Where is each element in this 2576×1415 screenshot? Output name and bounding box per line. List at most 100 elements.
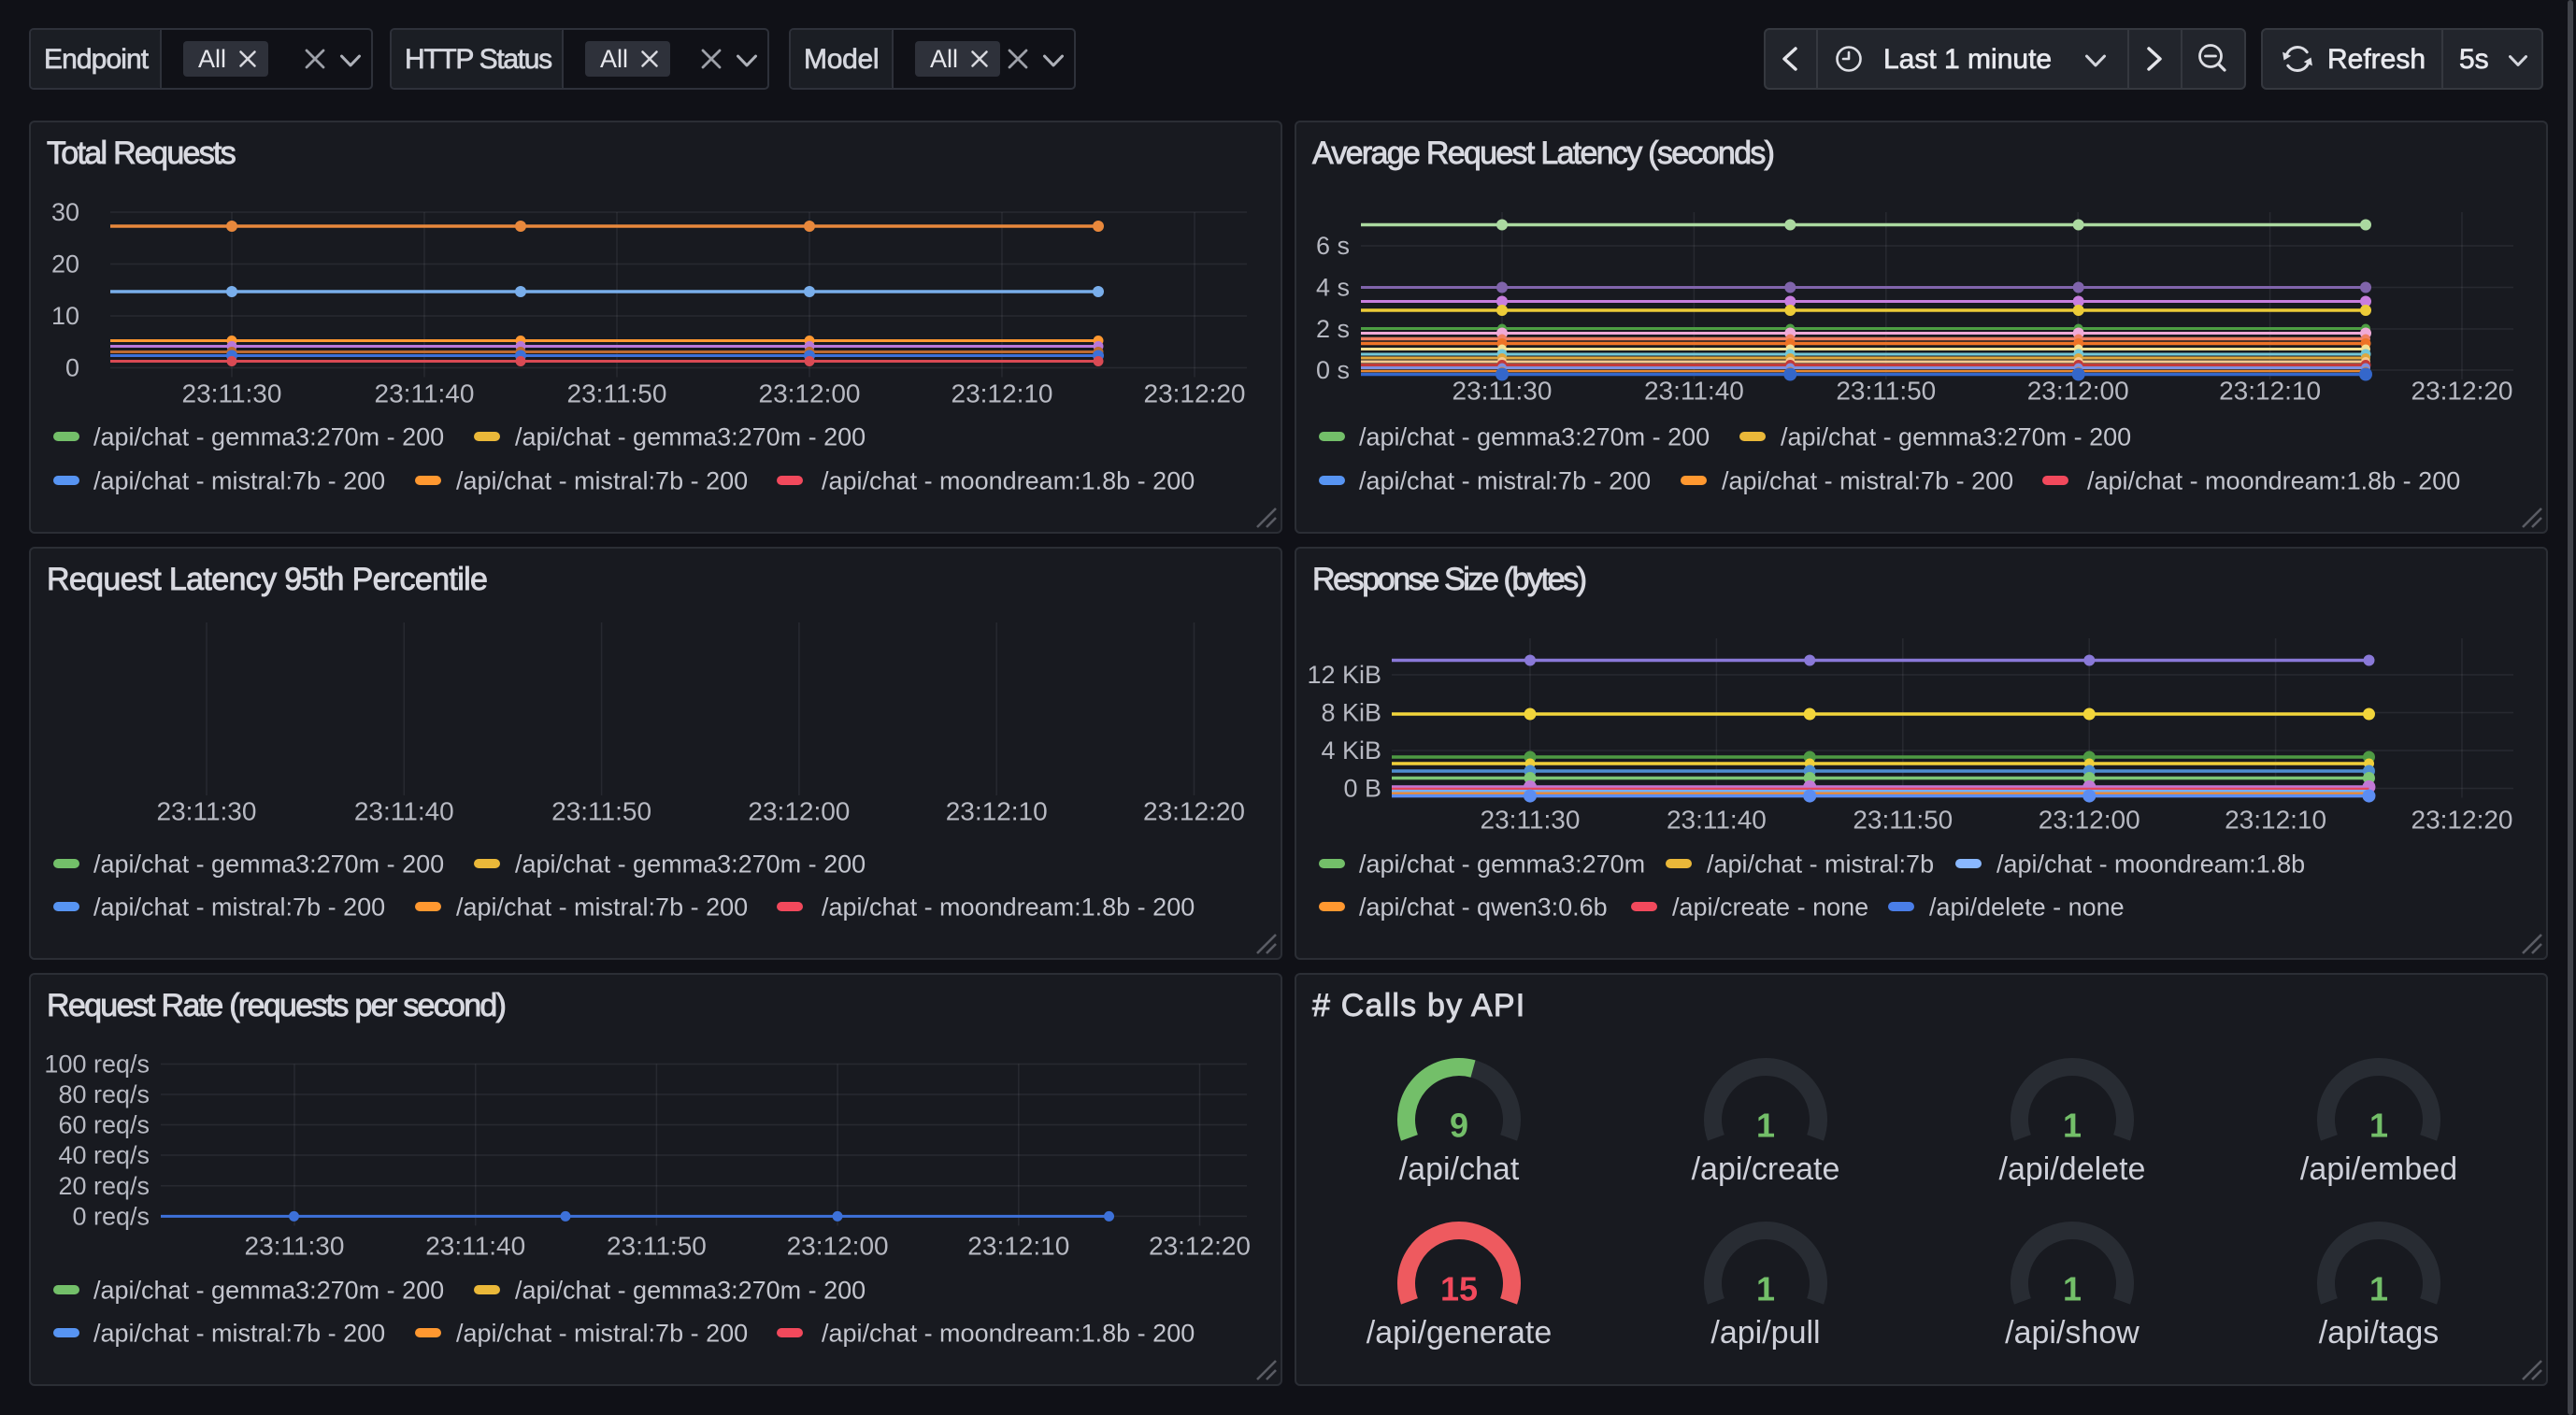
svg-text:2 s: 2 s (1316, 315, 1350, 343)
svg-text:/api/chat - mistral:7b - 200: /api/chat - mistral:7b - 200 (93, 467, 385, 495)
svg-text:/api/chat - moondream:1.8b - 2: /api/chat - moondream:1.8b - 200 (822, 893, 1195, 922)
svg-text:/api/chat - moondream:1.8b - 2: /api/chat - moondream:1.8b - 200 (2087, 467, 2460, 495)
svg-text:/api/pull: /api/pull (1710, 1315, 1820, 1351)
svg-text:0: 0 (65, 354, 79, 382)
svg-text:23:11:40: 23:11:40 (1667, 806, 1767, 835)
svg-text:23:12:10: 23:12:10 (2219, 377, 2321, 406)
svg-text:30: 30 (51, 198, 79, 226)
svg-text:/api/chat - mistral:7b: /api/chat - mistral:7b (1707, 850, 1934, 879)
svg-text:23:12:20: 23:12:20 (2411, 377, 2513, 406)
svg-text:23:11:40: 23:11:40 (425, 1232, 525, 1261)
svg-text:/api/chat - mistral:7b - 200: /api/chat - mistral:7b - 200 (456, 467, 748, 495)
svg-text:/api/show: /api/show (2005, 1315, 2140, 1351)
svg-text:23:12:00: 23:12:00 (759, 379, 861, 408)
svg-text:100 req/s: 100 req/s (44, 1051, 150, 1079)
svg-text:23:12:20: 23:12:20 (2411, 806, 2513, 835)
svg-text:Request Rate (requests per sec: Request Rate (requests per second) (47, 988, 506, 1023)
svg-text:23:12:10: 23:12:10 (2225, 806, 2326, 835)
svg-text:1: 1 (1756, 1270, 1775, 1308)
svg-text:/api/chat - gemma3:270m - 200: /api/chat - gemma3:270m - 200 (1781, 423, 2131, 451)
svg-text:/api/create - none: /api/create - none (1672, 893, 1868, 922)
svg-text:8 KiB: 8 KiB (1321, 699, 1381, 727)
svg-text:Total Requests: Total Requests (47, 136, 236, 171)
svg-text:4 s: 4 s (1316, 274, 1350, 302)
svg-text:10: 10 (51, 302, 79, 330)
svg-text:23:11:50: 23:11:50 (567, 379, 667, 408)
svg-text:/api/embed: /api/embed (2300, 1151, 2457, 1187)
svg-text:9: 9 (1450, 1107, 1468, 1145)
svg-text:12 KiB: 12 KiB (1307, 661, 1381, 689)
svg-text:20 req/s: 20 req/s (58, 1172, 150, 1200)
svg-text:0 req/s: 0 req/s (72, 1202, 150, 1230)
svg-text:/api/chat - gemma3:270m: /api/chat - gemma3:270m (1359, 850, 1645, 879)
svg-text:23:11:40: 23:11:40 (354, 797, 454, 826)
svg-text:0 s: 0 s (1316, 356, 1350, 384)
svg-text:/api/chat - qwen3:0.6b: /api/chat - qwen3:0.6b (1359, 893, 1608, 922)
svg-text:23:11:50: 23:11:50 (551, 797, 651, 826)
svg-text:All: All (930, 45, 958, 73)
svg-text:Model: Model (804, 44, 879, 75)
svg-text:1: 1 (1756, 1107, 1775, 1145)
svg-text:Refresh: Refresh (2327, 44, 2426, 75)
svg-text:/api/delete: /api/delete (1999, 1151, 2146, 1187)
svg-text:15: 15 (1440, 1270, 1478, 1308)
svg-text:Request Latency 95th Percentil: Request Latency 95th Percentile (47, 562, 487, 597)
svg-text:All: All (600, 45, 628, 73)
svg-text:60 req/s: 60 req/s (58, 1111, 150, 1139)
svg-text:# Calls by API: # Calls by API (1312, 988, 1525, 1023)
svg-text:1: 1 (2369, 1107, 2388, 1145)
svg-text:/api/tags: /api/tags (2319, 1315, 2440, 1351)
svg-text:/api/chat - gemma3:270m - 200: /api/chat - gemma3:270m - 200 (93, 1277, 444, 1305)
svg-text:/api/chat - gemma3:270m - 200: /api/chat - gemma3:270m - 200 (515, 1277, 866, 1305)
svg-text:/api/generate: /api/generate (1367, 1315, 1553, 1351)
svg-text:/api/create: /api/create (1692, 1151, 1840, 1187)
svg-text:/api/chat - gemma3:270m - 200: /api/chat - gemma3:270m - 200 (515, 423, 866, 451)
svg-text:/api/chat - gemma3:270m - 200: /api/chat - gemma3:270m - 200 (93, 850, 444, 879)
svg-text:23:11:30: 23:11:30 (245, 1232, 345, 1261)
svg-text:HTTP Status: HTTP Status (405, 44, 551, 75)
svg-text:23:11:30: 23:11:30 (1481, 806, 1581, 835)
svg-text:23:11:30: 23:11:30 (157, 797, 257, 826)
svg-text:/api/chat - mistral:7b - 200: /api/chat - mistral:7b - 200 (1722, 467, 2013, 495)
svg-text:/api/chat: /api/chat (1399, 1151, 1520, 1187)
svg-text:1: 1 (2063, 1270, 2082, 1308)
svg-text:All: All (198, 45, 226, 73)
svg-text:23:11:30: 23:11:30 (182, 379, 282, 408)
svg-text:/api/chat - gemma3:270m - 200: /api/chat - gemma3:270m - 200 (93, 423, 444, 451)
svg-text:/api/chat - mistral:7b - 200: /api/chat - mistral:7b - 200 (93, 1320, 385, 1348)
svg-text:/api/chat - mistral:7b - 200: /api/chat - mistral:7b - 200 (456, 893, 748, 922)
svg-text:23:11:50: 23:11:50 (607, 1232, 707, 1261)
svg-text:23:11:40: 23:11:40 (1644, 377, 1744, 406)
svg-text:/api/chat - mistral:7b - 200: /api/chat - mistral:7b - 200 (1359, 467, 1651, 495)
svg-text:23:11:50: 23:11:50 (1836, 377, 1936, 406)
svg-text:23:12:20: 23:12:20 (1143, 797, 1245, 826)
svg-text:23:12:00: 23:12:00 (2039, 806, 2140, 835)
svg-text:Response Size (bytes): Response Size (bytes) (1312, 562, 1586, 597)
svg-text:Last 1 minute: Last 1 minute (1883, 44, 2052, 75)
svg-text:/api/chat - mistral:7b - 200: /api/chat - mistral:7b - 200 (93, 893, 385, 922)
svg-text:23:11:40: 23:11:40 (375, 379, 475, 408)
svg-text:/api/chat - mistral:7b - 200: /api/chat - mistral:7b - 200 (456, 1320, 748, 1348)
svg-text:/api/chat - moondream:1.8b - 2: /api/chat - moondream:1.8b - 200 (822, 1320, 1195, 1348)
svg-text:1: 1 (2369, 1270, 2388, 1308)
svg-text:23:12:20: 23:12:20 (1144, 379, 1246, 408)
svg-text:23:12:10: 23:12:10 (946, 797, 1048, 826)
svg-text:4 KiB: 4 KiB (1321, 736, 1381, 765)
svg-text:80 req/s: 80 req/s (58, 1080, 150, 1108)
svg-text:23:12:00: 23:12:00 (787, 1232, 889, 1261)
svg-text:6 s: 6 s (1316, 232, 1350, 260)
svg-text:23:11:50: 23:11:50 (1853, 806, 1953, 835)
svg-text:23:12:10: 23:12:10 (952, 379, 1053, 408)
svg-text:Average Request Latency (secon: Average Request Latency (seconds) (1312, 136, 1774, 171)
svg-text:1: 1 (2063, 1107, 2082, 1145)
svg-text:5s: 5s (2459, 44, 2489, 75)
svg-text:/api/chat - moondream:1.8b: /api/chat - moondream:1.8b (1996, 850, 2305, 879)
svg-text:/api/chat - moondream:1.8b - 2: /api/chat - moondream:1.8b - 200 (822, 467, 1195, 495)
svg-text:23:12:00: 23:12:00 (748, 797, 850, 826)
svg-text:/api/chat - gemma3:270m - 200: /api/chat - gemma3:270m - 200 (515, 850, 866, 879)
svg-text:/api/delete - none: /api/delete - none (1929, 893, 2125, 922)
svg-text:40 req/s: 40 req/s (58, 1141, 150, 1169)
svg-text:23:12:20: 23:12:20 (1149, 1232, 1251, 1261)
svg-text:20: 20 (51, 250, 79, 279)
svg-text:23:12:10: 23:12:10 (967, 1232, 1069, 1261)
